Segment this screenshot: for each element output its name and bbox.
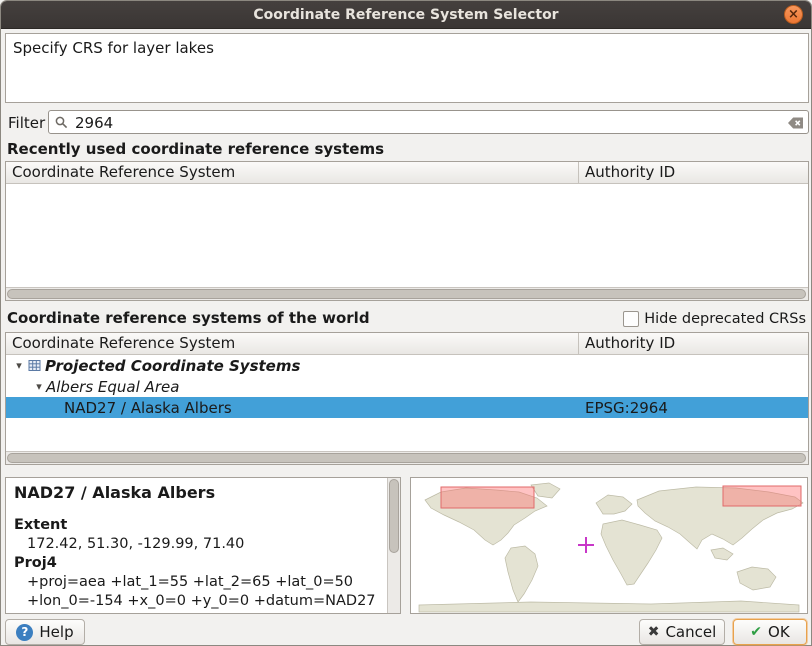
help-icon: ? [16,624,33,641]
details-vscrollbar[interactable] [387,478,400,613]
close-icon[interactable]: × [784,5,803,24]
expander-icon[interactable]: ▾ [12,359,26,372]
recent-hscrollbar-thumb[interactable] [7,289,806,299]
window-title: Coordinate Reference System Selector [1,1,811,29]
filter-input[interactable]: 2964 [48,110,809,134]
titlebar[interactable]: Coordinate Reference System Selector × [1,1,811,29]
cancel-icon: ✖ [648,624,660,640]
recent-crs-heading: Recently used coordinate reference syste… [7,140,384,158]
filter-label: Filter [8,114,45,132]
proj4-line: +units=us-ft +no_defs [14,611,379,613]
crs-details-panel: NAD27 / Alaska Albers Extent 172.42, 51.… [5,477,401,614]
world-crs-table: Coordinate Reference System Authority ID… [5,332,809,465]
proj4-line: +lon_0=-154 +x_0=0 +y_0=0 +datum=NAD27 [14,592,379,611]
hide-deprecated-option[interactable]: Hide deprecated CRSs [623,311,806,327]
hide-deprecated-checkbox[interactable] [623,311,639,327]
world-col-authority[interactable]: Authority ID [579,333,808,354]
world-table-body: ▾ Projected Coordinate Systems ▾ Albers … [6,355,808,418]
tree-item-label: Albers Equal Area [46,378,179,396]
tree-item-label: Projected Coordinate Systems [45,357,300,375]
world-table-header: Coordinate Reference System Authority ID [6,333,808,355]
ok-button[interactable]: ✔ OK [733,619,807,645]
tree-item-authority-id: EPSG:2964 [579,399,808,417]
crs-details-content: NAD27 / Alaska Albers Extent 172.42, 51.… [6,478,387,613]
help-button-label: Help [39,623,73,641]
recent-col-authority[interactable]: Authority ID [579,162,808,183]
details-vscrollbar-thumb[interactable] [389,479,399,553]
crs-extent-map-preview [410,477,808,614]
extent-value: 172.42, 51.30, -129.99, 71.40 [14,535,379,554]
cancel-button[interactable]: ✖ Cancel [639,619,725,645]
search-icon [54,115,69,134]
tree-item-label: NAD27 / Alaska Albers [6,399,579,417]
crs-selector-dialog: Coordinate Reference System Selector × S… [0,0,812,646]
recent-crs-table: Coordinate Reference System Authority ID [5,161,809,301]
proj4-line: +proj=aea +lat_1=55 +lat_2=65 +lat_0=50 [14,573,379,592]
ok-icon: ✔ [750,624,762,640]
expander-icon[interactable]: ▾ [32,380,46,393]
extent-label: Extent [14,516,379,535]
world-crs-heading: Coordinate reference systems of the worl… [7,309,370,327]
tree-item-albers-equal-area[interactable]: ▾ Albers Equal Area [6,376,808,397]
tree-item-nad27-alaska-albers[interactable]: NAD27 / Alaska Albers EPSG:2964 [6,397,808,418]
world-hscrollbar-thumb[interactable] [7,453,806,463]
recent-table-header: Coordinate Reference System Authority ID [6,162,808,184]
cancel-button-label: Cancel [665,623,716,641]
ok-button-label: OK [768,623,790,641]
recent-hscrollbar[interactable] [6,287,808,300]
proj4-label: Proj4 [14,554,379,573]
help-button[interactable]: ? Help [5,619,85,645]
grid-icon [28,359,41,372]
recent-col-crs[interactable]: Coordinate Reference System [6,162,579,183]
prompt-message: Specify CRS for layer lakes [5,33,809,103]
clear-filter-icon[interactable] [787,115,804,135]
world-col-crs[interactable]: Coordinate Reference System [6,333,579,354]
crs-detail-title: NAD27 / Alaska Albers [14,483,379,502]
tree-item-projected-coordinate-systems[interactable]: ▾ Projected Coordinate Systems [6,355,808,376]
hide-deprecated-label: Hide deprecated CRSs [644,311,806,327]
world-map [411,478,807,613]
filter-value[interactable]: 2964 [75,113,113,133]
world-hscrollbar[interactable] [6,451,808,464]
